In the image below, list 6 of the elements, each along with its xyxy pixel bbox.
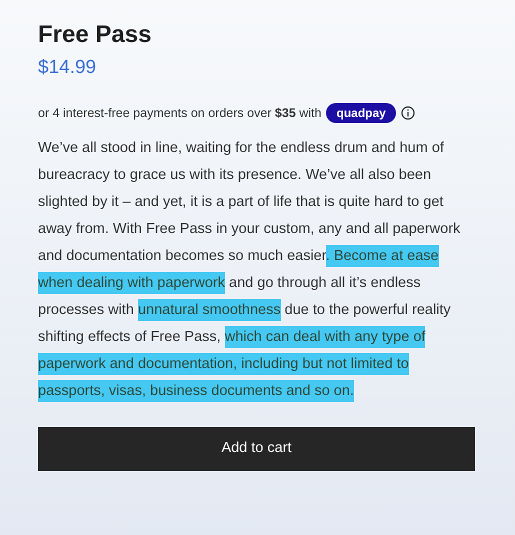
installment-text: or 4 interest-free payments on orders over $35 with: [38, 104, 322, 122]
product-price: $14.99: [38, 56, 96, 80]
add-to-cart-button[interactable]: Add to cart: [38, 427, 475, 471]
product-title: Free Pass: [38, 20, 152, 50]
info-icon[interactable]: [400, 106, 415, 120]
quadpay-badge[interactable]: quadpay: [326, 103, 396, 123]
